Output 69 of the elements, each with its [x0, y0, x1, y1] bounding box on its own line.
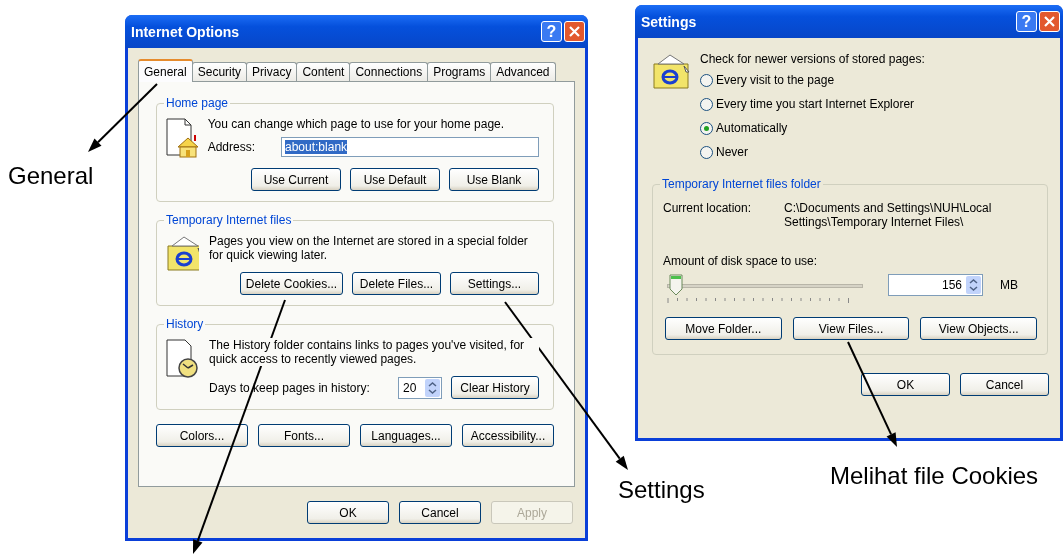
dialog-button[interactable]: Languages...: [360, 424, 452, 447]
dialog-button[interactable]: Cancel: [960, 373, 1049, 396]
close-icon: [1044, 16, 1055, 27]
slider-thumb[interactable]: [668, 274, 683, 296]
dialog-button[interactable]: OK: [861, 373, 950, 396]
close-button[interactable]: [1039, 11, 1060, 32]
help-button[interactable]: ?: [541, 21, 562, 42]
tab[interactable]: Advanced: [490, 62, 556, 81]
dialog-button[interactable]: Clear History: [451, 376, 539, 399]
folder-icon: [652, 52, 692, 92]
description-text: The History folder contains links to pages you've visited, for quick access to recently viewed pages.: [209, 338, 539, 366]
field-label: Address:: [207, 140, 255, 154]
dialog-button[interactable]: Use Default: [350, 168, 440, 191]
tab[interactable]: Programs: [427, 62, 492, 81]
callout-label: Melihat file Cookies: [830, 462, 1039, 490]
dialog-button[interactable]: Use Current: [251, 168, 341, 191]
help-button[interactable]: ?: [1016, 11, 1037, 32]
tab[interactable]: Security: [191, 62, 248, 81]
tab[interactable]: Content: [296, 62, 351, 81]
option-label[interactable]: Every time you start Internet Explorer: [716, 97, 915, 111]
dialog-button[interactable]: View Files...: [792, 317, 910, 340]
dialog-button[interactable]: Settings...: [450, 272, 539, 295]
field-label: Current location:: [663, 201, 753, 217]
close-button[interactable]: [564, 21, 585, 42]
days-spin-field[interactable]: 20: [398, 376, 442, 399]
annotation-arrow: [88, 83, 158, 152]
dialog-button[interactable]: Delete Files...: [352, 272, 441, 295]
callout-label: General: [8, 162, 94, 190]
option-label[interactable]: Never: [716, 145, 748, 159]
group-heading: History: [164, 317, 206, 331]
window-title: Settings: [641, 13, 698, 30]
folder-icon: [166, 234, 199, 274]
dialog-button[interactable]: Delete Cookies...: [240, 272, 343, 295]
field-label: Amount of disk space to use:: [663, 254, 819, 268]
dialog-button[interactable]: Use Blank: [449, 168, 539, 191]
field-label: Days to keep pages in history:: [209, 380, 371, 395]
group-heading: Home page: [164, 96, 231, 110]
dialog-button[interactable]: Colors...: [156, 424, 248, 447]
dialog-button[interactable]: Accessibility...: [462, 424, 554, 447]
close-icon: [569, 26, 580, 37]
dialog-button[interactable]: OK: [307, 501, 389, 524]
description-text: Pages you view on the Internet are stored in a special folder for quick viewing later.: [209, 234, 529, 262]
radio-button[interactable]: [700, 73, 713, 87]
disk-space-spin-field[interactable]: 156: [888, 274, 983, 296]
address-field[interactable]: about:blank: [281, 137, 539, 157]
home-page-icon: [166, 117, 198, 159]
radio-button[interactable]: [700, 145, 713, 159]
radio-button[interactable]: [700, 121, 713, 135]
tab[interactable]: Connections: [349, 62, 429, 81]
prompt-text: Check for newer versions of stored pages:: [700, 52, 926, 66]
tab[interactable]: General: [138, 59, 193, 82]
window-title: Internet Options: [131, 23, 241, 40]
dialog-button[interactable]: View Objects...: [920, 317, 1037, 340]
dialog-button[interactable]: Fonts...: [258, 424, 350, 447]
unit-label: MB: [1000, 278, 1018, 292]
description-text: You can change which page to use for your home page.: [207, 117, 506, 131]
tab[interactable]: Privacy: [246, 62, 298, 81]
option-label[interactable]: Automatically: [716, 121, 788, 135]
location-text: C:\Documents and Settings\NUH\Local Settings\Temporary Internet Files\: [784, 201, 993, 229]
group-heading: Temporary Internet files folder: [660, 177, 823, 191]
history-icon: [166, 338, 199, 380]
radio-button[interactable]: [700, 97, 713, 111]
dialog-button[interactable]: Move Folder...: [665, 317, 782, 340]
spin-arrows-icon: [425, 378, 440, 397]
spin-arrows-icon: [966, 276, 981, 294]
option-label[interactable]: Every visit to the page: [716, 73, 835, 87]
group-heading: Temporary Internet files: [164, 213, 294, 227]
dialog-button[interactable]: Cancel: [399, 501, 481, 524]
callout-label: Settings: [618, 476, 705, 504]
